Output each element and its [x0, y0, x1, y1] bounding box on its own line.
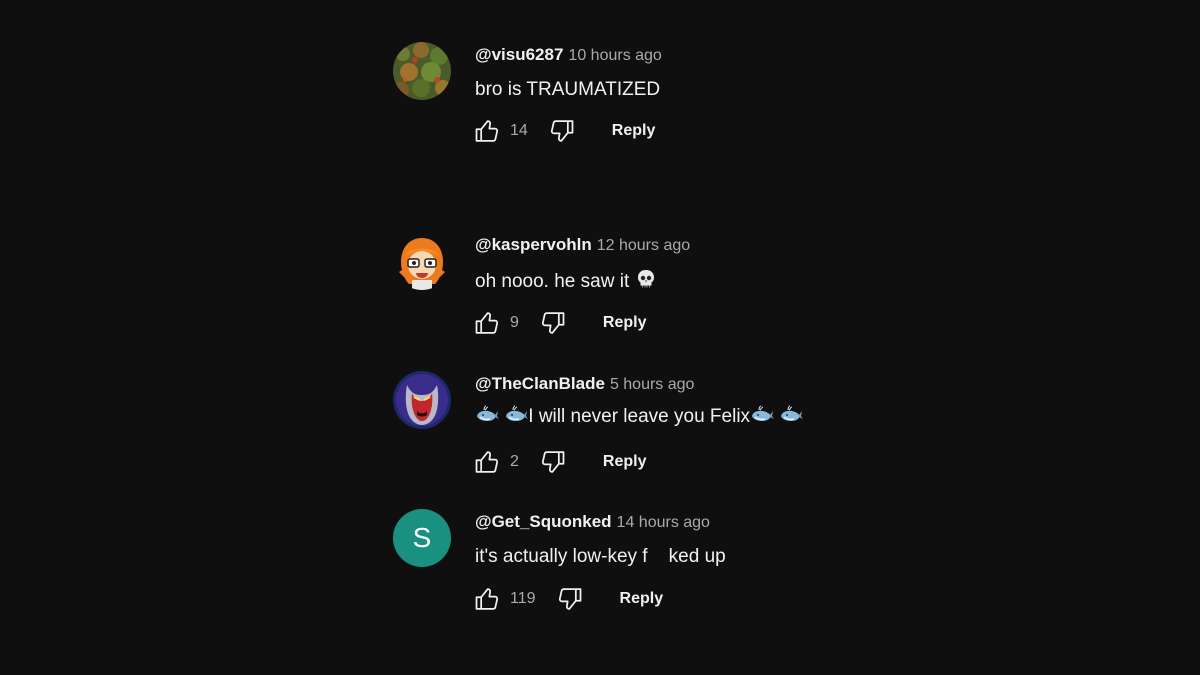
- avatar[interactable]: [393, 42, 451, 100]
- like-count: 119: [510, 590, 536, 607]
- thumbs-down-icon: [539, 448, 567, 476]
- comment-time[interactable]: 5 hours ago: [610, 376, 695, 393]
- like-count: 9: [510, 314, 519, 331]
- comment-text-content: oh nooo. he saw it: [475, 271, 630, 292]
- like-count: 2: [510, 453, 519, 470]
- skull-emoji-icon: [635, 268, 657, 297]
- like-count: 14: [510, 122, 528, 139]
- author-name[interactable]: @visu6287: [475, 45, 563, 64]
- reply-button[interactable]: Reply: [612, 122, 656, 140]
- comment-header: @Get_Squonked 14 hours ago: [475, 512, 710, 533]
- comment-text: oh nooo. he saw it: [475, 268, 657, 297]
- comment-header: @TheClanBlade 5 hours ago: [475, 374, 694, 395]
- whale-emoji-icon: [779, 405, 803, 432]
- thumbs-down-icon: [539, 309, 567, 337]
- thumbs-up-icon: [473, 117, 501, 145]
- whale-emoji-icon: [750, 405, 774, 432]
- avatar[interactable]: [393, 371, 451, 429]
- comment-header: @visu6287 10 hours ago: [475, 45, 662, 66]
- comment-time[interactable]: 12 hours ago: [597, 237, 690, 254]
- avatar[interactable]: [393, 232, 451, 290]
- like-button[interactable]: 2: [473, 448, 519, 476]
- thumbs-down-icon: [556, 585, 584, 613]
- like-button[interactable]: 9: [473, 309, 519, 337]
- comment-text-content: I will never leave you Felix: [528, 406, 751, 427]
- comment-header: @kaspervohln 12 hours ago: [475, 235, 690, 256]
- thumbs-up-icon: [473, 448, 501, 476]
- thumbs-down-icon: [548, 117, 576, 145]
- like-button[interactable]: 14: [473, 117, 528, 145]
- comment-time[interactable]: 10 hours ago: [568, 47, 661, 64]
- comment-actions: 2 Reply: [473, 447, 646, 477]
- comment-actions: 9 Reply: [473, 308, 646, 338]
- whale-emoji-icon: [475, 405, 499, 432]
- comment-text-content: it's actually low-key f ked up: [475, 546, 726, 567]
- comment-text: I will never leave you Felix: [475, 405, 803, 432]
- author-name[interactable]: @TheClanBlade: [475, 374, 605, 393]
- author-name[interactable]: @kaspervohln: [475, 235, 592, 254]
- author-name[interactable]: @Get_Squonked: [475, 512, 612, 531]
- dislike-button[interactable]: [556, 585, 584, 613]
- like-button[interactable]: 119: [473, 585, 536, 613]
- comment-text: bro is TRAUMATIZED: [475, 78, 660, 102]
- dislike-button[interactable]: [539, 448, 567, 476]
- avatar-letter: S: [412, 522, 432, 553]
- comment-text: it's actually low-key f ked up: [475, 545, 726, 569]
- reply-button[interactable]: Reply: [620, 590, 664, 608]
- comment-actions: 119 Reply: [473, 584, 663, 614]
- thumbs-up-icon: [473, 585, 501, 613]
- reply-button[interactable]: Reply: [603, 314, 647, 332]
- avatar[interactable]: S: [393, 509, 451, 567]
- reply-button[interactable]: Reply: [603, 453, 647, 471]
- dislike-button[interactable]: [548, 117, 576, 145]
- thumbs-up-icon: [473, 309, 501, 337]
- whale-emoji-icon: [504, 405, 528, 432]
- dislike-button[interactable]: [539, 309, 567, 337]
- comment-time[interactable]: 14 hours ago: [617, 514, 710, 531]
- comment-actions: 14 Reply: [473, 116, 655, 146]
- comment-text-content: bro is TRAUMATIZED: [475, 79, 661, 100]
